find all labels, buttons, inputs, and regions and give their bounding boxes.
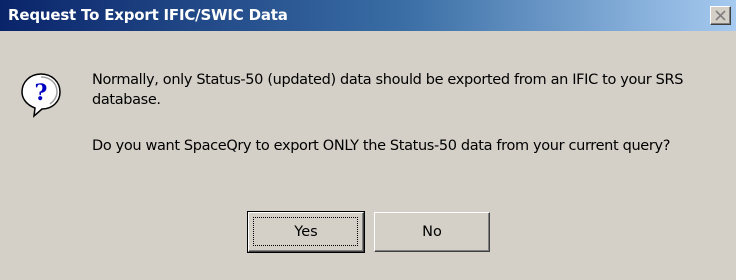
- question-icon: ?: [21, 73, 61, 118]
- no-button-label: No: [422, 224, 442, 240]
- message-line-3: Do you want SpaceQry to export ONLY the …: [92, 138, 671, 154]
- yes-button-label: Yes: [294, 224, 318, 240]
- yes-button[interactable]: Yes: [247, 211, 365, 253]
- title-bar[interactable]: Request To Export IFIC/SWIC Data: [0, 0, 736, 31]
- close-button[interactable]: [710, 6, 731, 25]
- export-dialog: Request To Export IFIC/SWIC Data ? Norma…: [0, 0, 736, 280]
- message-line-1: Normally, only Status-50 (updated) data …: [92, 72, 684, 88]
- no-button[interactable]: No: [374, 212, 490, 252]
- message-line-2: database.: [92, 92, 161, 108]
- dialog-title: Request To Export IFIC/SWIC Data: [8, 6, 288, 24]
- svg-text:?: ?: [35, 80, 48, 106]
- close-icon: [715, 10, 726, 21]
